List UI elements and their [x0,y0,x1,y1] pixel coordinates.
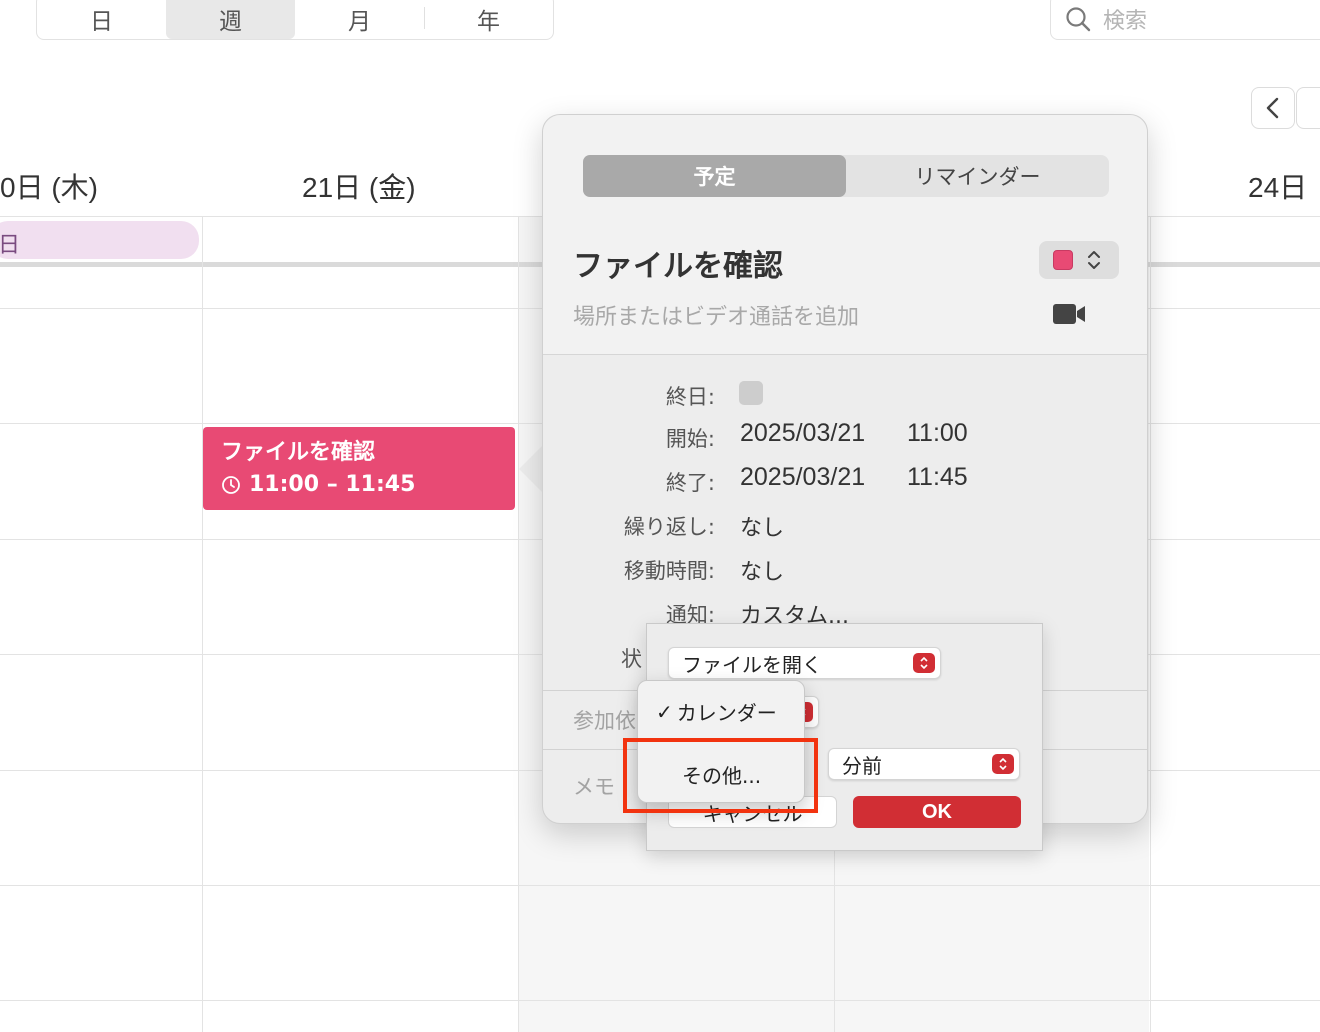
start-time[interactable]: 11:00 [907,419,968,448]
grid-line [0,1000,1320,1001]
allday-event[interactable]: 日 [0,221,199,259]
travel-row: 移動時間: なし [543,549,1147,589]
view-segmented-control: 日 週 月 年 [36,0,554,40]
menu-item-calendar-label: カレンダー [676,701,777,725]
popover-arrow [519,445,543,493]
event-time: 11:00 – 11:45 [249,472,416,497]
tab-week[interactable]: 週 [166,0,295,39]
grid-column-line [202,216,203,1032]
start-date[interactable]: 2025/03/21 [740,419,865,448]
day-header-fri[interactable]: 21日 (金) [302,166,416,206]
search-field[interactable]: 検索 [1050,0,1320,40]
annotation-highlight-box [623,738,818,813]
allday-checkbox[interactable] [739,381,763,405]
event-title: ファイルを確認 [221,440,376,465]
grid-column-line [1150,216,1151,1032]
travel-time-label: 移動時間: [623,559,715,583]
ok-button[interactable]: OK [853,796,1021,828]
location-field[interactable]: 場所またはビデオ通話を追加 [573,299,859,331]
today-button[interactable] [1296,87,1320,129]
video-camera-icon[interactable] [1053,303,1087,325]
start-row: 開始: 2025/03/21 11:00 [543,417,1147,457]
search-icon [1066,7,1091,32]
calendar-color-picker[interactable] [1039,241,1119,279]
tab-year[interactable]: 年 [424,0,553,39]
previous-week-button[interactable] [1251,87,1295,129]
event-title-field[interactable]: ファイルを確認 [573,241,783,285]
day-header-thu[interactable]: 0日 (木) [0,166,98,206]
search-placeholder: 検索 [1103,9,1148,34]
repeat-label: 繰り返し: [623,515,715,539]
chevron-left-icon [1266,97,1279,119]
tab-reminder[interactable]: リマインダー [846,155,1109,197]
alert-unit-select[interactable]: 分前 [828,748,1020,780]
alert-unit-value: 分前 [842,753,882,778]
popover-type-tabs: 予定 リマインダー [583,155,1109,197]
repeat-value[interactable]: なし [740,510,784,542]
checkmark-icon: ✓ [656,699,673,724]
allday-label: 終日: [665,385,715,409]
end-label: 終了: [665,471,715,495]
grid-column-line [518,216,519,1032]
up-down-chevron-icon [1088,251,1100,269]
calendar-color-swatch [1053,250,1073,270]
invitees-field[interactable]: 参加依 [573,705,636,735]
grid-line [0,885,1320,886]
event-time-row: 11:00 – 11:45 [221,472,515,497]
select-stepper-icon [992,754,1014,774]
allday-row: 終日: [543,375,1147,415]
select-stepper-icon [913,653,935,673]
alert-action-value: ファイルを開く [682,652,822,677]
end-row: 終了: 2025/03/21 11:45 [543,461,1147,501]
day-header-mon[interactable]: 24日 [1248,166,1307,206]
calendar-event[interactable]: ファイルを確認 11:00 – 11:45 [203,427,515,510]
clock-icon [222,475,240,494]
alert-action-select[interactable]: ファイルを開く [668,647,941,679]
end-time[interactable]: 11:45 [907,463,968,492]
notes-field[interactable]: メモ [573,771,615,801]
repeat-row: 繰り返し: なし [543,505,1147,545]
tab-event[interactable]: 予定 [583,155,846,197]
end-date[interactable]: 2025/03/21 [740,463,865,492]
start-label: 開始: [665,427,715,451]
status-label: 状 [621,647,642,671]
tab-month[interactable]: 月 [295,0,424,39]
tab-day[interactable]: 日 [37,0,166,39]
travel-time-value[interactable]: なし [740,554,784,586]
menu-item-calendar[interactable]: ✓ カレンダー [656,697,822,726]
